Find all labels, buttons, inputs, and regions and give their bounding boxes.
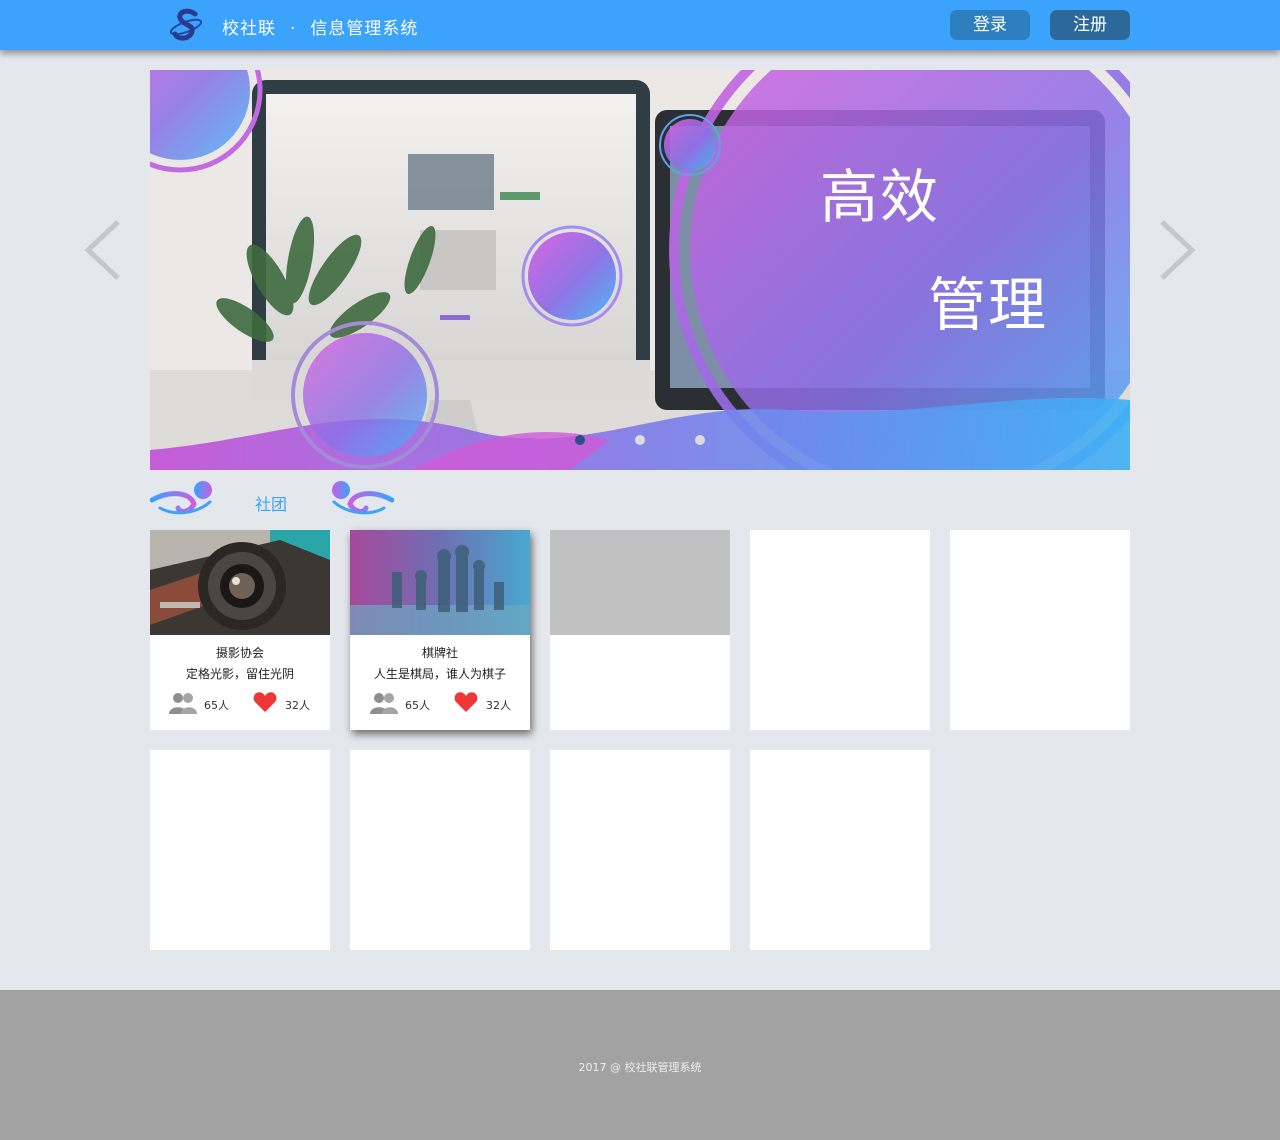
club-card-placeholder[interactable] bbox=[550, 530, 730, 730]
page-footer: 2017 @ 校社联管理系统 bbox=[0, 990, 1280, 1140]
members-count: 65人 bbox=[204, 699, 229, 712]
club-name: 摄影协会 bbox=[215, 646, 264, 660]
carousel-prev-arrow-icon[interactable] bbox=[84, 220, 120, 280]
members-stat: 65人 bbox=[169, 691, 239, 715]
copyright-text: 2017 @ 校社联管理系统 bbox=[578, 1061, 702, 1074]
swirl-right-icon bbox=[332, 481, 394, 515]
chess-photo bbox=[350, 530, 530, 635]
likes-stat: 32人 bbox=[454, 691, 524, 715]
members-stat: 65人 bbox=[370, 691, 440, 715]
likes-count: 32人 bbox=[486, 699, 511, 712]
carousel-next-arrow-icon[interactable] bbox=[1160, 220, 1196, 280]
members-icon bbox=[370, 693, 398, 714]
app-name: 校社联 bbox=[222, 19, 276, 39]
camera-photo bbox=[150, 530, 330, 635]
club-description: 定格光影，留住光阴 bbox=[185, 667, 294, 681]
swirl-left-icon bbox=[150, 481, 212, 515]
club-card-empty[interactable] bbox=[350, 750, 530, 950]
system-name: 信息管理系统 bbox=[310, 19, 419, 39]
club-name: 棋牌社 bbox=[421, 646, 458, 660]
members-icon bbox=[169, 693, 197, 714]
banner-carousel[interactable]: 高效 管理 bbox=[150, 70, 1130, 470]
heart-icon[interactable] bbox=[253, 691, 277, 713]
club-card-chess[interactable]: 棋牌社 人生是棋局，谁人为棋子 65人 32人 bbox=[350, 530, 530, 730]
carousel-indicators bbox=[575, 435, 705, 447]
club-card-photography[interactable]: 摄影协会 定格光影，留住光阴 65人 32人 bbox=[150, 530, 330, 730]
carousel-dot-3[interactable] bbox=[695, 435, 705, 445]
section-title: 社团 bbox=[255, 495, 288, 514]
carousel-dot-1[interactable] bbox=[575, 435, 585, 445]
heart-icon[interactable] bbox=[454, 691, 478, 713]
members-count: 65人 bbox=[405, 699, 430, 712]
club-card-empty[interactable] bbox=[750, 750, 930, 950]
likes-count: 32人 bbox=[285, 699, 310, 712]
club-card-empty[interactable] bbox=[550, 750, 730, 950]
banner-slogan-line1: 高效 bbox=[820, 163, 941, 231]
login-button[interactable]: 登录 bbox=[950, 10, 1030, 40]
top-navbar: 校社联 · 信息管理系统 登录 注册 bbox=[0, 0, 1280, 50]
site-logo-icon[interactable] bbox=[168, 6, 206, 44]
likes-stat: 32人 bbox=[253, 691, 323, 715]
club-description: 人生是棋局，谁人为棋子 bbox=[373, 667, 506, 681]
brand-title: 校社联 · 信息管理系统 bbox=[222, 14, 418, 39]
carousel-dot-2[interactable] bbox=[635, 435, 645, 445]
register-button[interactable]: 注册 bbox=[1050, 10, 1130, 40]
brand-separator: · bbox=[290, 19, 297, 39]
club-card-empty[interactable] bbox=[950, 530, 1130, 730]
banner-slogan-line2: 管理 bbox=[928, 271, 1049, 339]
section-heading: 社团 bbox=[150, 478, 400, 520]
image-placeholder bbox=[550, 530, 730, 635]
club-card-empty[interactable] bbox=[150, 750, 330, 950]
club-card-empty[interactable] bbox=[750, 530, 930, 730]
